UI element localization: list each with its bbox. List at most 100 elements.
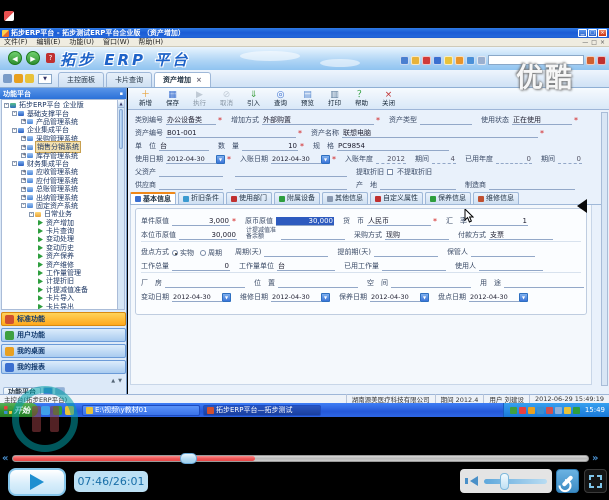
field-value-input[interactable]: 办公设备类 [166, 116, 216, 125]
tree-expander-icon[interactable]: + [21, 170, 26, 175]
maximize-button[interactable]: □ [588, 29, 597, 37]
document-tab[interactable]: 主控面板 [58, 72, 104, 87]
field-value-input[interactable]: 台 [159, 142, 209, 151]
field-value-input[interactable] [278, 279, 358, 288]
banner-tool-icon[interactable] [422, 56, 431, 65]
tray-icon[interactable] [537, 407, 544, 414]
field-value-input[interactable]: B01-001 [166, 129, 296, 138]
detail-tab[interactable]: 基本信息 [130, 192, 176, 204]
tree-expander-icon[interactable]: + [21, 119, 26, 124]
menu-item[interactable]: 帮助(H) [138, 37, 163, 47]
tray-icon[interactable] [555, 407, 562, 414]
tree-scrollbar[interactable]: ▲ [117, 99, 125, 310]
field-value-input[interactable] [420, 116, 472, 125]
rewind-icon[interactable]: « [2, 453, 8, 465]
field-value-input[interactable]: 0 [558, 155, 582, 164]
field-value-input[interactable]: 0 [496, 155, 532, 164]
banner-tool-icon[interactable] [455, 56, 464, 65]
speaker-icon[interactable] [465, 478, 468, 484]
field-value-input[interactable] [235, 181, 347, 190]
toolbar-button[interactable]: ▤ 预览 [294, 91, 321, 107]
tree-expander-icon[interactable]: + [21, 136, 26, 141]
field-value-input[interactable]: 台 [277, 262, 335, 271]
banner-tool-icon[interactable] [433, 56, 442, 65]
banner-tool-icon[interactable] [597, 56, 606, 65]
checkbox-field[interactable]: 不提取折旧 [387, 168, 432, 177]
date-value-input[interactable]: 2012-04-30 [271, 155, 321, 164]
toolbar-button[interactable]: ▥ 打印 [321, 91, 348, 107]
toolbar-button[interactable]: ◎ 查询 [267, 91, 294, 107]
minimize-button[interactable]: ▁ [578, 29, 587, 37]
menu-item[interactable]: 编辑(E) [37, 37, 61, 47]
field-value-input[interactable]: 4 [432, 155, 456, 164]
tree-expander-icon[interactable]: - [12, 161, 17, 166]
field-value-input[interactable]: 支票 [489, 231, 553, 240]
nav-down-icon[interactable]: ▼ [118, 378, 122, 386]
field-value-input[interactable] [159, 168, 223, 177]
menu-item[interactable]: 功能(U) [69, 37, 94, 47]
back-button[interactable]: ◀ [8, 51, 22, 65]
radio-group[interactable]: 实物 周期 [172, 249, 226, 257]
document-tab[interactable]: 资产增加 × [154, 72, 211, 87]
field-value-input[interactable]: 正在使用 [512, 116, 572, 125]
toolbar-button[interactable]: ▶ 执行 [186, 91, 213, 107]
date-field[interactable]: 2012-04-30 ▼ [271, 155, 330, 164]
volume-thumb[interactable] [500, 473, 509, 490]
field-value-input[interactable]: PC9854 [337, 142, 449, 151]
field-value-input[interactable]: 0 [172, 262, 230, 271]
field-value-input[interactable] [479, 262, 543, 271]
sidebar-nav-button[interactable]: 我的桌面 [1, 344, 126, 358]
field-value-input[interactable]: 3,000 [172, 217, 230, 226]
field-value-input[interactable] [374, 248, 438, 257]
date-field[interactable]: 2012-04-30 ▼ [370, 293, 429, 302]
tray-icon[interactable] [528, 407, 535, 414]
date-dropdown-icon[interactable]: ▼ [519, 293, 528, 302]
toolbar-button[interactable]: ⊘ 取消 [213, 91, 240, 107]
field-value-input[interactable]: 10 [242, 142, 298, 151]
toolbar-button[interactable]: ？ 帮助 [348, 91, 375, 107]
scroll-up-icon[interactable]: ▲ [118, 100, 124, 108]
tree-expander-icon[interactable]: + [21, 187, 26, 192]
date-dropdown-icon[interactable]: ▼ [222, 293, 231, 302]
volume-slider[interactable] [484, 479, 547, 484]
help-icon[interactable]: ? [46, 53, 55, 63]
field-value-input[interactable] [504, 279, 584, 288]
banner-tool-icon[interactable] [400, 56, 409, 65]
field-value-input[interactable] [235, 168, 347, 177]
sidebar-nav-button[interactable]: 标准功能 [1, 312, 126, 326]
banner-tool-icon[interactable] [444, 56, 453, 65]
tray-icon[interactable] [573, 407, 580, 414]
date-field[interactable]: 2012-04-30 ▼ [172, 293, 231, 302]
content-scrollbar[interactable] [601, 112, 608, 386]
child-minimize-icon[interactable]: — [582, 39, 588, 46]
date-value-input[interactable]: 2012-04-30 [271, 293, 321, 302]
date-value-input[interactable]: 2012-04-30 [166, 155, 216, 164]
banner-tool-icon[interactable] [466, 56, 475, 65]
date-value-input[interactable]: 2012-04-30 [172, 293, 222, 302]
tree-expander-icon[interactable]: - [21, 203, 26, 208]
detail-tab[interactable]: 维修信息 [473, 192, 519, 204]
tray-icon[interactable] [546, 407, 553, 414]
field-value-input[interactable] [165, 279, 245, 288]
radio-unchecked-icon[interactable] [200, 250, 206, 256]
document-tab[interactable]: 卡片查询 [106, 72, 152, 87]
banner-tool-icon[interactable] [477, 56, 486, 65]
field-value-input[interactable]: 2012 [376, 155, 406, 164]
task-button[interactable]: E:\视频\y教材01 [82, 405, 200, 416]
toolbar-button[interactable]: ⇓ 引入 [240, 91, 267, 107]
progress-track[interactable] [12, 455, 589, 462]
tree-expander-icon[interactable]: - [12, 111, 17, 116]
field-value-input[interactable]: 人民币 [367, 217, 431, 226]
date-dropdown-icon[interactable]: ▼ [420, 293, 429, 302]
scrollbar-thumb[interactable] [119, 109, 123, 149]
menu-item[interactable]: 文件(F) [4, 37, 28, 47]
date-field[interactable]: 2012-04-30 ▼ [166, 155, 225, 164]
banner-tool-icon[interactable] [586, 56, 595, 65]
toolbar-button[interactable]: ▦ 保存 [159, 91, 186, 107]
favorite-icon[interactable] [3, 74, 12, 83]
date-dropdown-icon[interactable]: ▼ [216, 155, 225, 164]
banner-tool-icon[interactable] [411, 56, 420, 65]
sidebar-nav-button[interactable]: 用户功能 [1, 328, 126, 342]
date-field[interactable]: 2012-04-30 ▼ [271, 293, 330, 302]
toolbar-button[interactable]: × 关闭 [375, 91, 402, 107]
